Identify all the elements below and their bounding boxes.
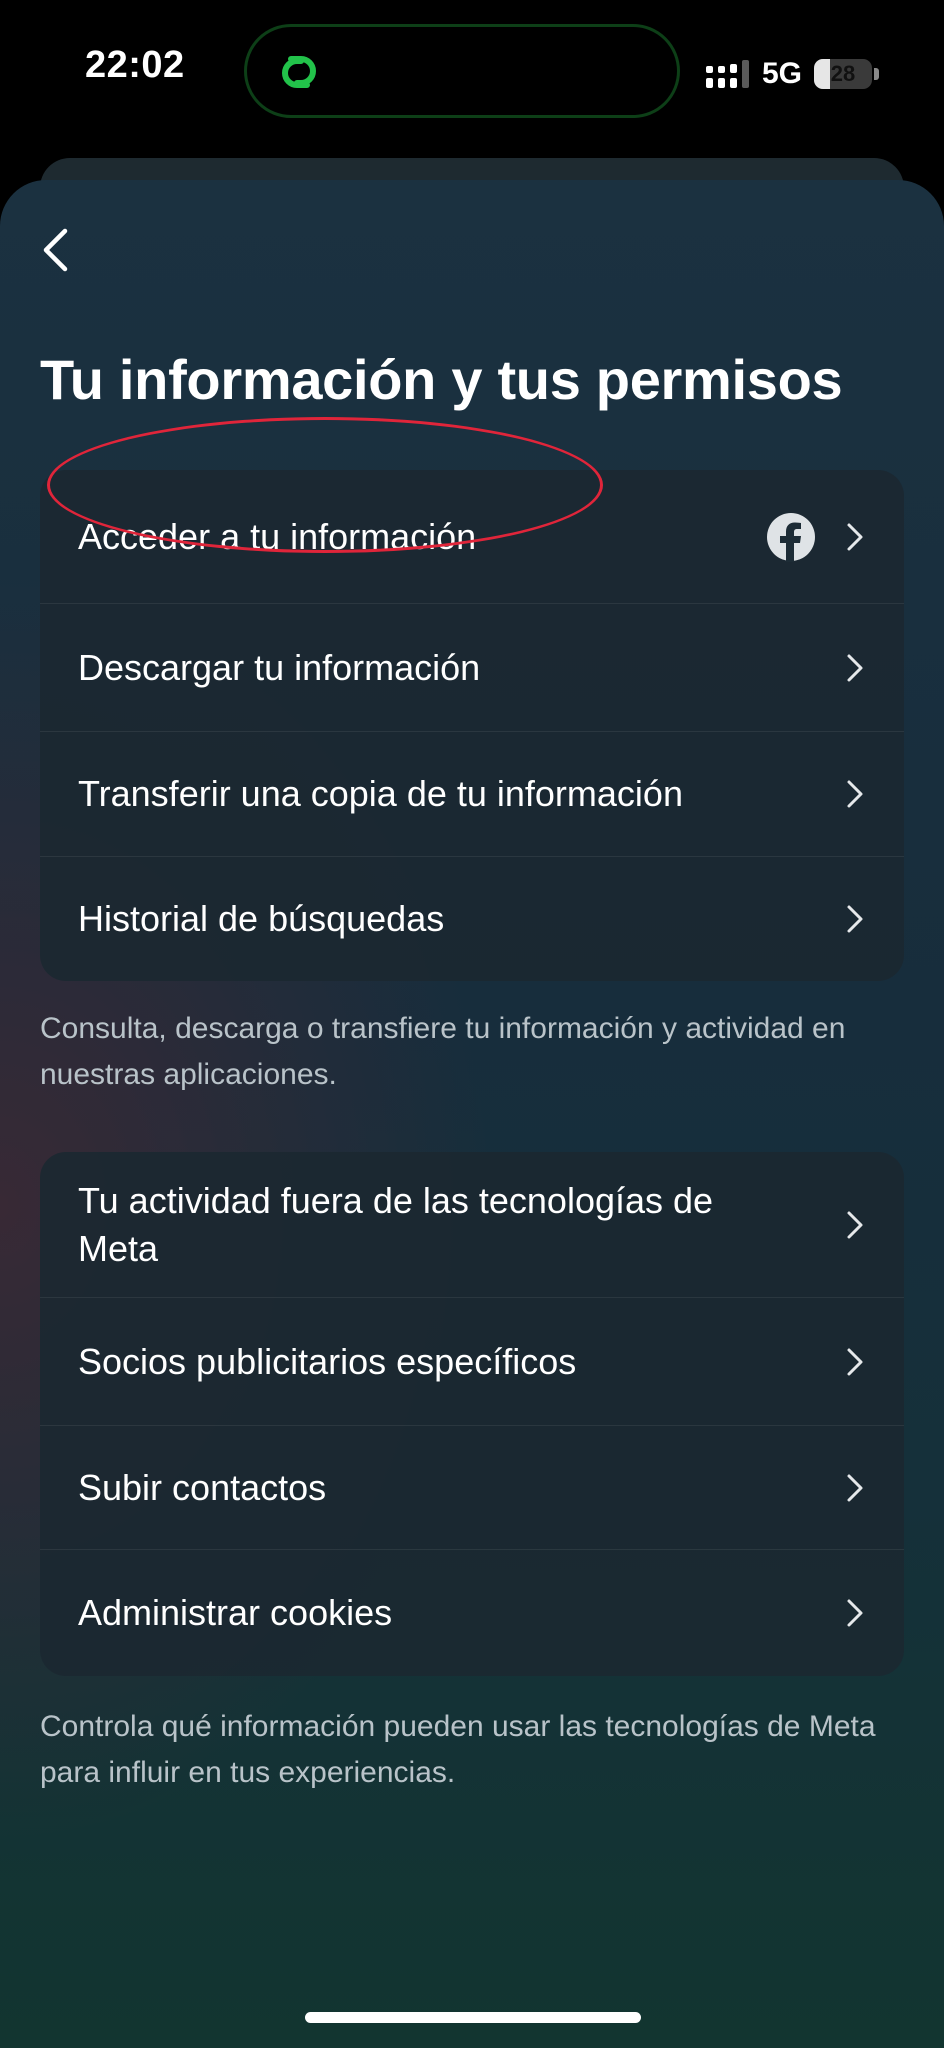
back-button[interactable]	[40, 220, 84, 280]
menu-item-label: Socios publicitarios específicos	[78, 1340, 577, 1382]
page-title: Tu información y tus permisos	[40, 348, 843, 411]
chevron-right-icon	[847, 905, 863, 933]
chevron-right-icon	[847, 1599, 863, 1627]
chevron-right-icon	[847, 654, 863, 681]
menu-item-label: Subir contactos	[78, 1466, 327, 1508]
menu-item-manage-cookies[interactable]: Administrar cookies	[40, 1550, 904, 1676]
dynamic-island[interactable]	[244, 24, 680, 118]
settings-sheet: Tu información y tus permisos Acceder a …	[0, 180, 944, 2048]
menu-item-off-meta-activity[interactable]: Tu actividad fuera de las tecnologías de…	[40, 1152, 904, 1298]
menu-item-label: Descargar tu información	[78, 646, 481, 688]
menu-item-label: Historial de búsquedas	[78, 898, 445, 939]
link-icon	[282, 56, 316, 88]
status-time: 22:02	[85, 44, 185, 86]
menu-item-search-history[interactable]: Historial de búsquedas	[40, 857, 904, 981]
menu-item-access-info[interactable]: Acceder a tu información	[40, 470, 904, 604]
signal-icon	[706, 60, 749, 88]
status-bar: 22:02 5G 28	[0, 0, 944, 150]
info-menu-card: Acceder a tu información Descargar tu in…	[40, 470, 904, 981]
section2-caption: Controla qué información pueden usar las…	[40, 1710, 876, 1789]
status-indicators: 5G 28	[706, 54, 880, 94]
chevron-right-icon	[847, 1348, 863, 1375]
menu-item-label: Administrar cookies	[78, 1592, 393, 1633]
section1-caption: Consulta, descarga o transfiere tu infor…	[40, 1012, 846, 1091]
chevron-right-icon	[847, 780, 863, 808]
battery-level: 28	[830, 61, 856, 86]
menu-item-label: Tu actividad fuera de las tecnologías de…	[78, 1179, 714, 1269]
home-indicator[interactable]	[305, 2012, 641, 2023]
menu-item-download-info[interactable]: Descargar tu información	[40, 604, 904, 732]
menu-item-label: Transferir una copia de tu información	[78, 773, 683, 814]
network-type: 5G	[762, 57, 803, 90]
menu-item-transfer-copy[interactable]: Transferir una copia de tu información	[40, 732, 904, 857]
menu-item-ad-partners[interactable]: Socios publicitarios específicos	[40, 1298, 904, 1426]
battery-fill	[814, 59, 831, 89]
chevron-left-icon	[43, 228, 68, 272]
chevron-right-icon	[847, 1474, 863, 1501]
battery-icon: 28	[814, 59, 873, 89]
battery-cap	[874, 68, 880, 80]
chevron-right-icon	[847, 1211, 863, 1238]
menu-item-upload-contacts[interactable]: Subir contactos	[40, 1426, 904, 1550]
chevron-right-icon	[847, 523, 863, 550]
permissions-menu-card: Tu actividad fuera de las tecnologías de…	[40, 1152, 904, 1676]
menu-item-label: Acceder a tu información	[78, 515, 477, 557]
facebook-icon	[767, 512, 815, 562]
